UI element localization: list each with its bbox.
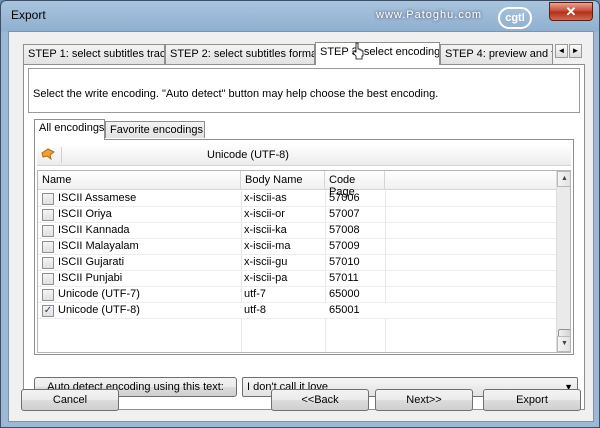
dialog-client-area: STEP 1: select subtitles track STEP 2: s… bbox=[8, 31, 594, 422]
cell-name: Unicode (UTF-7) bbox=[58, 288, 140, 300]
table-row[interactable]: ISCII Gujarati x-iscii-gu 57010 bbox=[38, 255, 556, 271]
table-row[interactable]: ISCII Oriya x-iscii-or 57007 bbox=[38, 207, 556, 223]
row-checkbox[interactable] bbox=[42, 225, 54, 237]
tab-label: STEP 4: preview and file bbox=[445, 48, 552, 60]
column-label: Name bbox=[42, 174, 72, 186]
back-button[interactable]: <<Back bbox=[271, 389, 369, 411]
cell-name: ISCII Oriya bbox=[58, 208, 112, 220]
cell-name: ISCII Punjabi bbox=[58, 272, 123, 284]
title-bar[interactable]: Export www.Patoghu.com cgtl ✕ bbox=[1, 1, 599, 31]
cell-name: Unicode (UTF-8) bbox=[58, 304, 140, 316]
table-header: Name Body Name Code Page bbox=[38, 171, 556, 198]
close-button[interactable]: ✕ bbox=[549, 2, 593, 21]
tab-all-encodings[interactable]: All encodings bbox=[34, 119, 105, 140]
row-checkbox[interactable] bbox=[42, 273, 54, 285]
close-icon: ✕ bbox=[565, 4, 577, 19]
tab-scroll-left-button[interactable]: ◄ bbox=[555, 44, 568, 58]
cell-code-page: 57010 bbox=[329, 256, 360, 268]
cell-code-page: 57009 bbox=[329, 240, 360, 252]
watermark-text: www.Patoghu.com bbox=[376, 9, 483, 21]
tab-label: All encodings bbox=[39, 122, 105, 134]
favorite-pin-icon[interactable] bbox=[41, 148, 55, 160]
arrow-up-icon: ▲ bbox=[561, 175, 568, 182]
tab-step-3[interactable]: STEP 3: select encoding bbox=[315, 42, 440, 65]
tab-step-1[interactable]: STEP 1: select subtitles track bbox=[23, 44, 165, 64]
export-button[interactable]: Export bbox=[483, 389, 581, 411]
cell-body-name: x-iscii-ma bbox=[244, 240, 291, 252]
column-header-body-name[interactable]: Body Name bbox=[241, 171, 325, 190]
cell-code-page: 57008 bbox=[329, 224, 360, 236]
table-row-selected[interactable]: ✓ Unicode (UTF-8) utf-8 65001 bbox=[38, 303, 556, 319]
table-vertical-scrollbar[interactable]: ▲ ▼ bbox=[556, 171, 570, 352]
row-checkbox[interactable] bbox=[42, 209, 54, 221]
cell-body-name: x-iscii-ka bbox=[244, 224, 287, 236]
wizard-tabs: STEP 1: select subtitles track STEP 2: s… bbox=[23, 42, 583, 65]
arrow-right-icon: ► bbox=[571, 46, 580, 55]
table-row[interactable]: Unicode (UTF-7) utf-7 65000 bbox=[38, 287, 556, 303]
watermark-logo: cgtl bbox=[498, 7, 532, 29]
tab-label: STEP 2: select subtitles format bbox=[170, 48, 315, 60]
table-row[interactable]: ISCII Kannada x-iscii-ka 57008 bbox=[38, 223, 556, 239]
description-text: Select the write encoding. "Auto detect"… bbox=[33, 88, 439, 100]
cell-body-name: x-iscii-pa bbox=[244, 272, 288, 284]
window-title: Export bbox=[11, 8, 46, 22]
description-box: Select the write encoding. "Auto detect"… bbox=[28, 68, 580, 113]
next-button[interactable]: Next>> bbox=[375, 389, 473, 411]
tab-label: STEP 3: select encoding bbox=[320, 46, 440, 58]
mouse-cursor-icon bbox=[352, 42, 364, 60]
selected-encoding-label: Unicode (UTF-8) bbox=[207, 149, 289, 161]
arrow-down-icon: ▼ bbox=[561, 340, 568, 347]
encodings-panel: Unicode (UTF-8) Name Body Name Code Page bbox=[34, 139, 574, 355]
encodings-table: Name Body Name Code Page ISCII Assamese … bbox=[37, 170, 571, 353]
encoding-subtabs: All encodings Favorite encodings bbox=[34, 119, 334, 141]
column-header-code-page[interactable]: Code Page bbox=[325, 171, 385, 198]
tab-step-4[interactable]: STEP 4: preview and file bbox=[440, 44, 553, 64]
row-checkbox[interactable] bbox=[42, 289, 54, 301]
toolbar-separator bbox=[61, 147, 62, 163]
cell-code-page: 65000 bbox=[329, 288, 360, 300]
cell-code-page: 57011 bbox=[329, 272, 359, 284]
table-row[interactable]: ISCII Malayalam x-iscii-ma 57009 bbox=[38, 239, 556, 255]
step-3-panel: Select the write encoding. "Auto detect"… bbox=[23, 64, 585, 410]
tab-label: STEP 1: select subtitles track bbox=[28, 48, 165, 60]
cell-body-name: x-iscii-as bbox=[244, 192, 287, 204]
tab-label: Favorite encodings bbox=[110, 124, 203, 136]
scroll-down-button[interactable]: ▼ bbox=[557, 336, 570, 352]
tab-step-2[interactable]: STEP 2: select subtitles format bbox=[165, 44, 315, 64]
tab-scroll-right-button[interactable]: ► bbox=[569, 44, 582, 58]
encoding-toolbar: Unicode (UTF-8) bbox=[37, 144, 571, 166]
cancel-button[interactable]: Cancel bbox=[21, 389, 119, 411]
cell-code-page: 65001 bbox=[329, 304, 360, 316]
cell-name: ISCII Assamese bbox=[58, 192, 137, 204]
cell-body-name: utf-7 bbox=[244, 288, 267, 300]
row-checkbox-checked[interactable]: ✓ bbox=[42, 305, 54, 317]
row-checkbox[interactable] bbox=[42, 241, 54, 253]
cell-name: ISCII Kannada bbox=[58, 224, 130, 236]
export-dialog: Export www.Patoghu.com cgtl ✕ STEP 1: se… bbox=[0, 0, 600, 428]
tab-favorite-encodings[interactable]: Favorite encodings bbox=[105, 121, 205, 138]
cell-body-name: x-iscii-gu bbox=[244, 256, 288, 268]
cell-code-page: 57006 bbox=[329, 192, 360, 204]
cell-body-name: utf-8 bbox=[244, 304, 267, 316]
column-label: Body Name bbox=[245, 174, 303, 186]
scroll-up-button[interactable]: ▲ bbox=[557, 171, 570, 187]
row-checkbox[interactable] bbox=[42, 257, 54, 269]
cell-body-name: x-iscii-or bbox=[244, 208, 285, 220]
row-checkbox[interactable] bbox=[42, 193, 54, 205]
cell-name: ISCII Gujarati bbox=[58, 256, 125, 268]
cell-code-page: 57007 bbox=[329, 208, 360, 220]
cell-name: ISCII Malayalam bbox=[58, 240, 139, 252]
column-header-name[interactable]: Name bbox=[38, 171, 241, 190]
table-row[interactable]: ISCII Punjabi x-iscii-pa 57011 bbox=[38, 271, 556, 287]
table-row[interactable]: ISCII Assamese x-iscii-as 57006 bbox=[38, 191, 556, 207]
arrow-left-icon: ◄ bbox=[557, 46, 566, 55]
